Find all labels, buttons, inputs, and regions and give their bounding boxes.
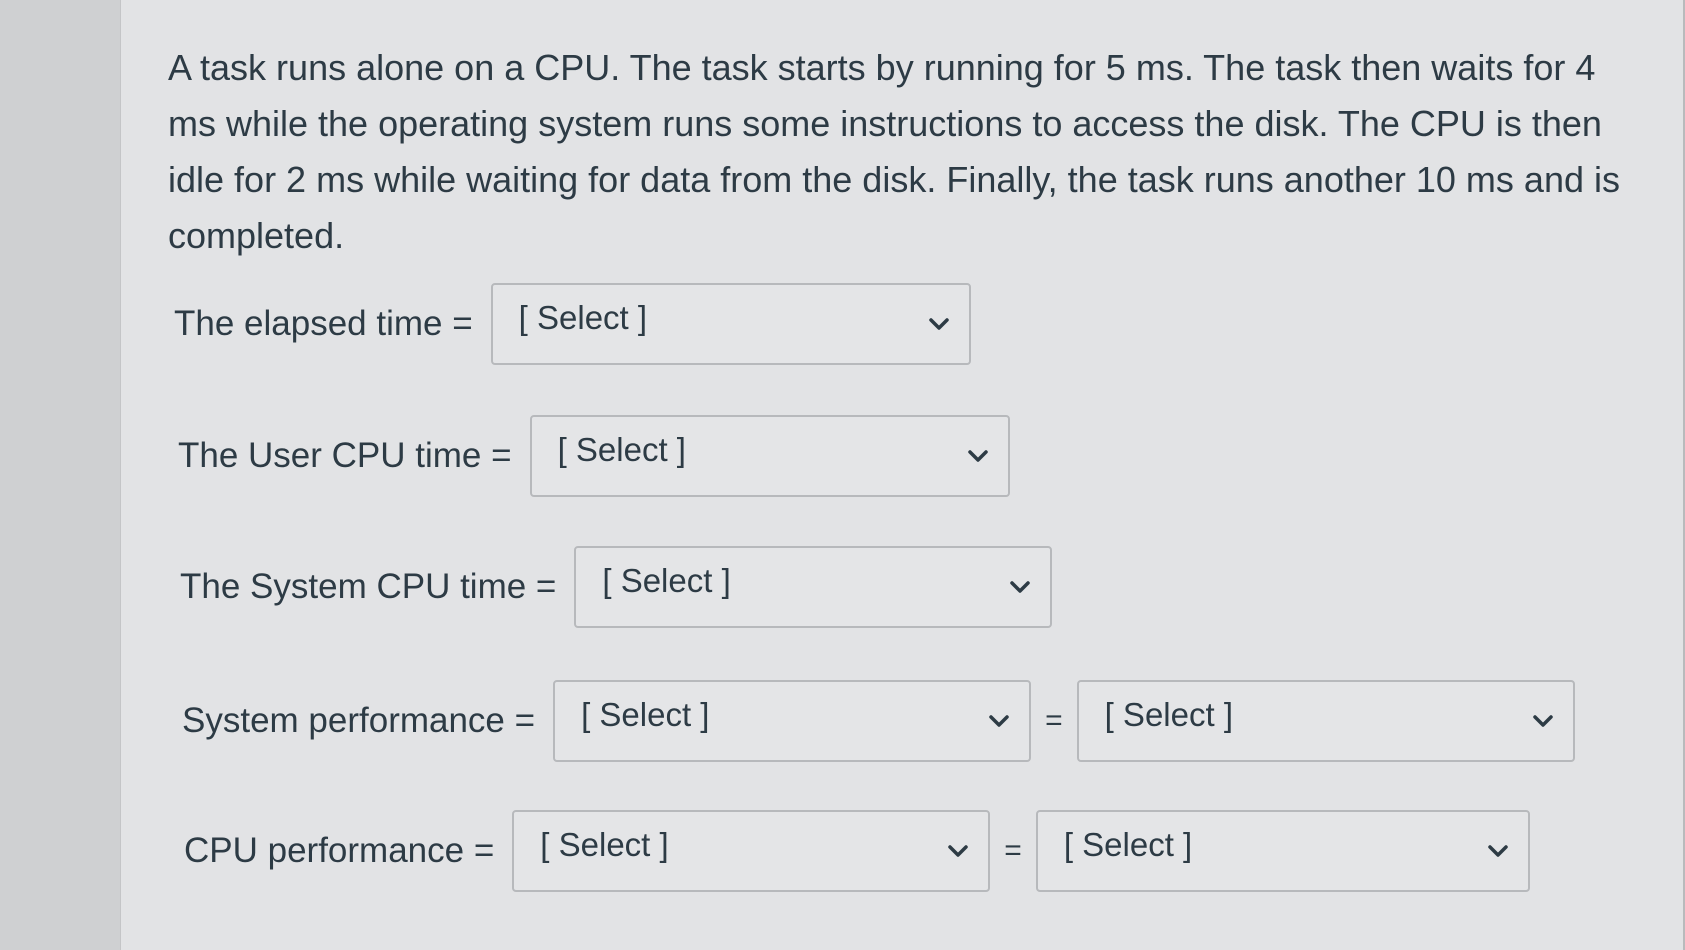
user-cpu-time-select-value: [ Select ] bbox=[557, 431, 686, 468]
equals-sign: = bbox=[1045, 704, 1063, 737]
system-cpu-time-select-value: [ Select ] bbox=[602, 562, 731, 599]
left-margin bbox=[0, 0, 121, 950]
chevron-down-icon bbox=[944, 837, 972, 865]
user-cpu-time-select[interactable]: [ Select ] bbox=[529, 415, 1010, 497]
system-cpu-time-row: The System CPU time = [ Select ] bbox=[180, 545, 1053, 629]
system-performance-select-result-value: [ Select ] bbox=[1104, 696, 1233, 733]
chevron-down-icon bbox=[1006, 573, 1034, 601]
equals-sign: = bbox=[1004, 834, 1022, 867]
cpu-performance-select-numerator-value: [ Select ] bbox=[540, 826, 669, 863]
elapsed-time-select-value: [ Select ] bbox=[518, 299, 648, 336]
cpu-performance-select-numerator[interactable]: [ Select ] bbox=[512, 810, 991, 892]
system-cpu-time-label: The System CPU time = bbox=[180, 567, 557, 606]
system-performance-select-numerator[interactable]: [ Select ] bbox=[553, 680, 1032, 762]
system-performance-select-result[interactable]: [ Select ] bbox=[1076, 680, 1575, 762]
system-performance-label: System performance = bbox=[182, 701, 536, 740]
chevron-down-icon bbox=[1484, 837, 1512, 865]
user-cpu-time-row: The User CPU time = [ Select ] bbox=[178, 414, 1010, 498]
cpu-performance-select-result[interactable]: [ Select ] bbox=[1035, 810, 1530, 892]
elapsed-time-row: The elapsed time = [ Select ] bbox=[174, 282, 971, 366]
cpu-performance-select-result-value: [ Select ] bbox=[1063, 826, 1193, 863]
elapsed-time-select[interactable]: [ Select ] bbox=[490, 283, 971, 365]
system-performance-select-numerator-value: [ Select ] bbox=[581, 696, 710, 733]
cpu-performance-row: CPU performance = [ Select ] = [ Select … bbox=[184, 809, 1530, 893]
chevron-down-icon bbox=[964, 442, 992, 470]
cpu-performance-label: CPU performance = bbox=[184, 831, 495, 870]
system-performance-row: System performance = [ Select ] = [ Sele… bbox=[182, 679, 1575, 763]
chevron-down-icon bbox=[1529, 707, 1557, 735]
system-cpu-time-select[interactable]: [ Select ] bbox=[574, 546, 1053, 628]
user-cpu-time-label: The User CPU time = bbox=[178, 436, 512, 475]
elapsed-time-label: The elapsed time = bbox=[174, 304, 473, 343]
question-text: A task runs alone on a CPU. The task sta… bbox=[168, 47, 1620, 256]
chevron-down-icon bbox=[925, 310, 953, 338]
chevron-down-icon bbox=[985, 707, 1013, 735]
